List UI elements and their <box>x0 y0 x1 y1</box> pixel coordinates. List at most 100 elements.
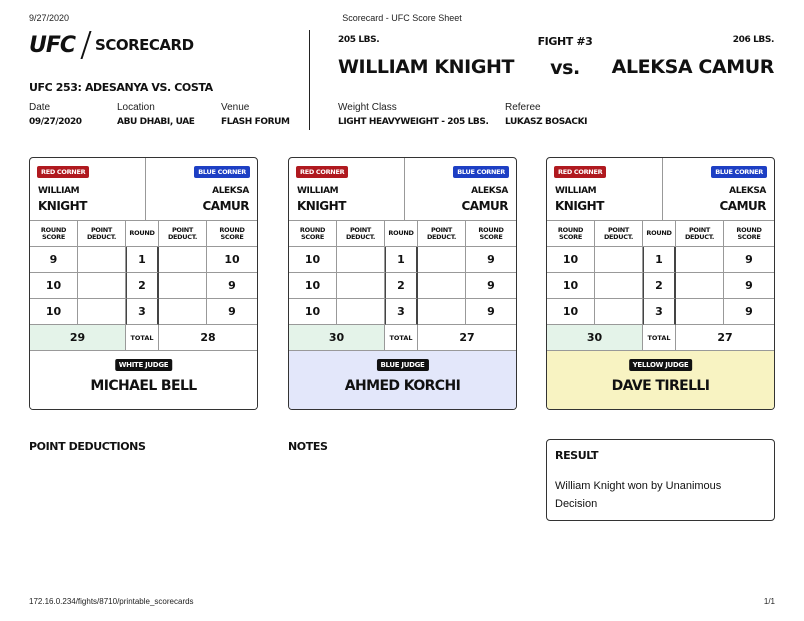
corner-header: RED CORNER BLUE CORNER WILLIAM KNIGHT ALEKSA… <box>547 158 774 221</box>
judge-name: DAVE TIRELLI <box>611 378 710 394</box>
judge-name: AHMED KORCHI <box>344 378 461 394</box>
red-corner-badge: RED CORNER <box>37 166 90 178</box>
weight-class-value: LIGHT HEAVYWEIGHT - 205 LBS. <box>338 117 489 127</box>
round-score-header: ROUND SCORE <box>724 221 774 247</box>
score-grid: ROUND SCORE POINT DEDUCT. ROUND POINT DEDUC… <box>547 221 774 325</box>
red-round-score: 10 <box>289 273 337 299</box>
round-number: 1 <box>385 247 418 273</box>
red-first-name: WILLIAM <box>38 186 80 196</box>
judge-section: YELLOW JUDGE DAVE TIRELLI <box>547 351 774 409</box>
judge-section: BLUE JUDGE AHMED KORCHI <box>289 351 516 409</box>
judge-badge: YELLOW JUDGE <box>628 359 693 371</box>
weight-class-label: Weight Class <box>338 102 397 113</box>
red-total: 30 <box>547 325 643 350</box>
blue-point-deduction <box>676 247 724 273</box>
blue-first-name: ALEKSA <box>212 186 249 196</box>
venue-value: FLASH FORUM <box>221 117 290 127</box>
totals-row: 29 TOTAL 28 <box>30 325 257 351</box>
notes-heading: NOTES <box>288 440 328 453</box>
blue-total: 27 <box>717 331 733 344</box>
date-label: Date <box>29 102 51 113</box>
header-divider <box>309 30 310 130</box>
round-number: 3 <box>385 299 418 325</box>
red-point-deduction <box>595 273 643 299</box>
print-url: 172.16.0.234/fights/8710/printable_score… <box>29 597 194 606</box>
blue-total: 27 <box>459 331 475 344</box>
blue-first-name: ALEKSA <box>729 186 766 196</box>
red-total: 30 <box>289 325 385 350</box>
round-score-header: ROUND SCORE <box>466 221 516 247</box>
round-number: 2 <box>385 273 418 299</box>
referee-value: LUKASZ BOSACKI <box>505 117 588 127</box>
judge-section: WHITE JUDGE MICHAEL BELL <box>30 351 257 409</box>
round-number: 2 <box>643 273 676 299</box>
blue-point-deduction <box>159 299 207 325</box>
red-last-name: KNIGHT <box>297 199 346 213</box>
round-number: 3 <box>643 299 676 325</box>
red-point-deduction <box>78 247 126 273</box>
red-point-deduction <box>595 247 643 273</box>
red-fighter-name: WILLIAM KNIGHT <box>338 56 515 78</box>
blue-first-name: ALEKSA <box>471 186 508 196</box>
red-corner-badge: RED CORNER <box>296 166 349 178</box>
red-first-name: WILLIAM <box>555 186 597 196</box>
location-value: ABU DHABI, UAE <box>117 117 195 127</box>
total-label: TOTAL <box>643 325 676 350</box>
corner-divider <box>404 158 405 221</box>
result-text: William Knight won by Unanimous Decision <box>555 480 722 510</box>
red-point-deduction <box>595 299 643 325</box>
date-value: 09/27/2020 <box>29 117 82 127</box>
judge-name: MICHAEL BELL <box>90 378 197 394</box>
red-corner-badge: RED CORNER <box>554 166 607 178</box>
blue-point-deduction <box>418 299 466 325</box>
red-round-score: 10 <box>547 247 595 273</box>
red-first-name: WILLIAM <box>297 186 339 196</box>
point-deduct-header: POINT DEDUCT. <box>676 221 724 247</box>
red-round-score: 9 <box>30 247 78 273</box>
point-deduct-header: POINT DEDUCT. <box>418 221 466 247</box>
point-deduct-header: POINT DEDUCT. <box>78 221 126 247</box>
round-header: ROUND <box>385 221 418 247</box>
round-header: ROUND <box>643 221 676 247</box>
blue-fighter-weight: 206 LBS. <box>732 35 775 45</box>
red-round-score: 10 <box>30 299 78 325</box>
blue-point-deduction <box>676 273 724 299</box>
judge-badge: WHITE JUDGE <box>114 359 173 371</box>
blue-point-deduction <box>676 299 724 325</box>
blue-total: 28 <box>200 331 216 344</box>
round-number: 1 <box>643 247 676 273</box>
red-round-score: 10 <box>289 247 337 273</box>
point-deduct-header: POINT DEDUCT. <box>159 221 207 247</box>
blue-point-deduction <box>159 247 207 273</box>
result-heading: RESULT <box>555 449 599 462</box>
red-round-score: 10 <box>30 273 78 299</box>
round-score-header: ROUND SCORE <box>207 221 257 247</box>
judge-scorecard: RED CORNER BLUE CORNER WILLIAM KNIGHT ALEKSA… <box>29 157 258 410</box>
red-point-deduction <box>78 273 126 299</box>
point-deduct-header: POINT DEDUCT. <box>595 221 643 247</box>
blue-last-name: CAMUR <box>461 199 508 213</box>
red-point-deduction <box>337 247 385 273</box>
blue-round-score: 9 <box>724 299 774 325</box>
red-last-name: KNIGHT <box>555 199 604 213</box>
print-page-number: 1/1 <box>763 597 775 606</box>
blue-last-name: CAMUR <box>202 199 249 213</box>
blue-point-deduction <box>159 273 207 299</box>
totals-row: 30 TOTAL 27 <box>547 325 774 351</box>
point-deductions-heading: POINT DEDUCTIONS <box>29 440 146 453</box>
result-box: RESULT William Knight won by Unanimous D… <box>546 439 775 521</box>
blue-point-deduction <box>418 247 466 273</box>
totals-row: 30 TOTAL 27 <box>289 325 516 351</box>
fight-number: FIGHT #3 <box>537 35 593 48</box>
blue-round-score: 9 <box>466 299 516 325</box>
blue-round-score: 10 <box>207 247 257 273</box>
red-round-score: 10 <box>547 273 595 299</box>
total-label: TOTAL <box>385 325 418 350</box>
red-point-deduction <box>78 299 126 325</box>
round-score-header: ROUND SCORE <box>289 221 337 247</box>
blue-round-score: 9 <box>207 299 257 325</box>
logo-divider <box>80 31 92 59</box>
round-score-header: ROUND SCORE <box>30 221 78 247</box>
blue-round-score: 9 <box>207 273 257 299</box>
round-number: 1 <box>126 247 159 273</box>
